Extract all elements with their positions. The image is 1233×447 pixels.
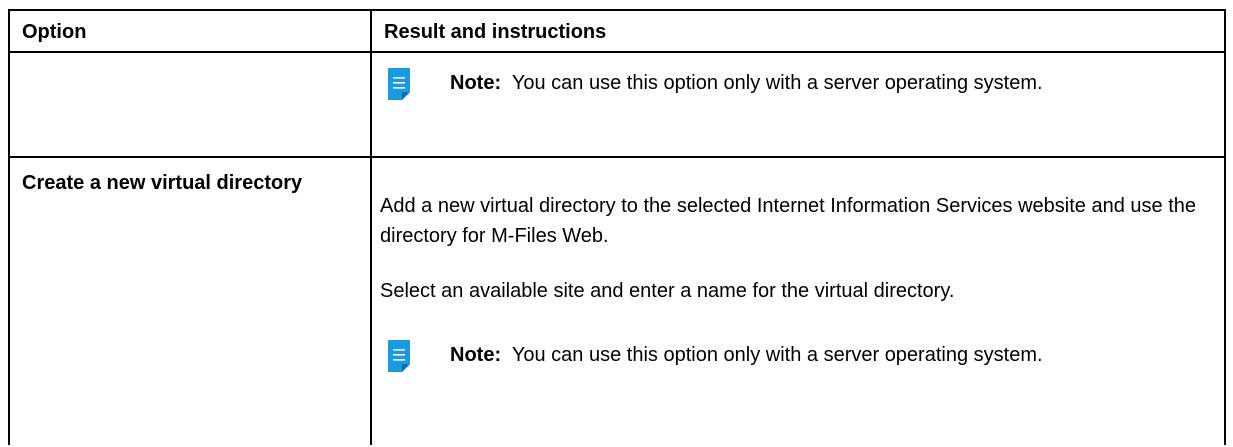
note-body: You can use this option only with a serv… [511, 72, 1043, 94]
note-label: Note: [450, 72, 502, 94]
note-text: Note: You can use this option only with … [450, 68, 1194, 98]
result-cell: Add a new virtual directory to the selec… [370, 156, 1226, 445]
option-cell: Create a new virtual directory [8, 156, 372, 445]
table-header-row: Option Result and instructions [8, 9, 1226, 53]
options-table: Option Result and instructions Note: You… [8, 9, 1226, 445]
header-option: Option [8, 9, 372, 53]
table-row: Create a new virtual directory Add a new… [8, 156, 1226, 445]
table-row: Note: You can use this option only with … [8, 51, 1226, 158]
header-result: Result and instructions [370, 9, 1226, 53]
note-icon [388, 68, 410, 100]
note-text: Note: You can use this option only with … [450, 340, 1194, 370]
note-icon [388, 340, 410, 372]
options-table-container: Option Result and instructions Note: You… [8, 9, 1226, 447]
paragraph: Add a new virtual directory to the selec… [380, 195, 1196, 247]
option-label: Create a new virtual directory [22, 172, 303, 194]
note-body: You can use this option only with a serv… [511, 344, 1043, 366]
option-cell [8, 51, 372, 158]
option-label [10, 53, 370, 67]
note-label: Note: [450, 344, 502, 366]
result-cell: Note: You can use this option only with … [370, 51, 1226, 158]
paragraph: Select an available site and enter a nam… [380, 280, 955, 302]
